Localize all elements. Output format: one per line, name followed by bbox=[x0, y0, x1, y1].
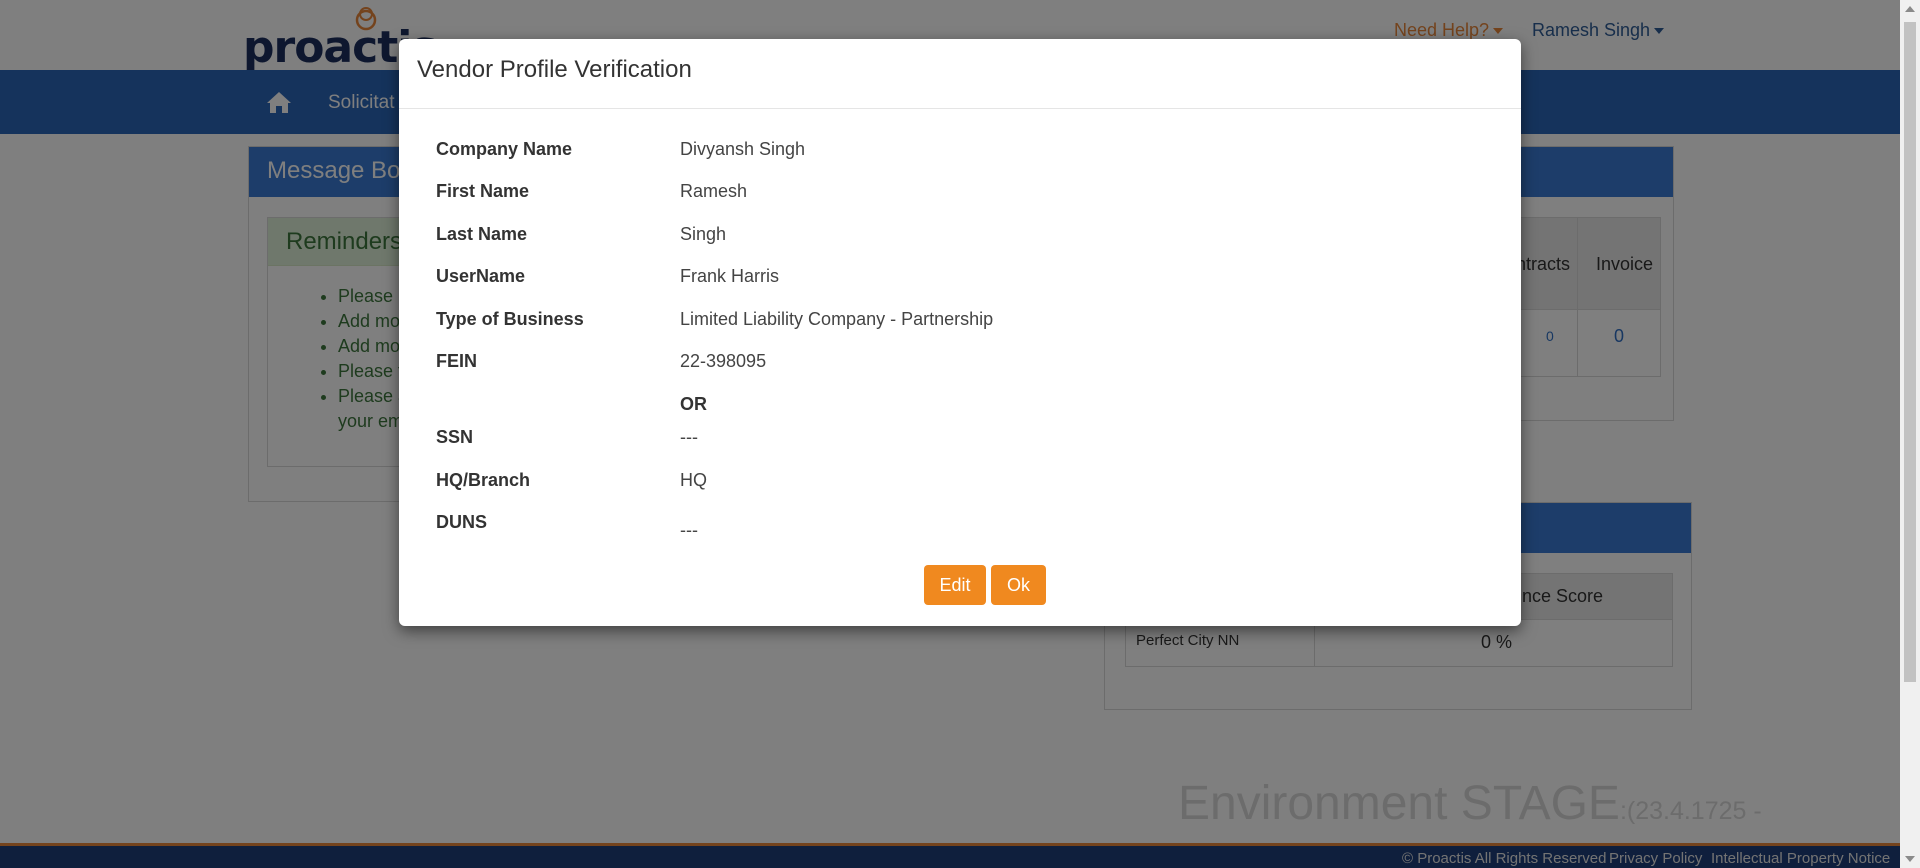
field-label: HQ/Branch bbox=[436, 470, 531, 490]
field-value: Limited Liability Company - Partnership bbox=[680, 309, 994, 329]
field-duns: DUNS --- bbox=[436, 512, 1436, 540]
scroll-down-icon[interactable] bbox=[1905, 856, 1915, 862]
field-label: First Name bbox=[436, 181, 530, 201]
field-first-name: First Name Ramesh bbox=[436, 181, 1436, 207]
field-value: Divyansh Singh bbox=[680, 139, 806, 159]
field-type-of-business: Type of Business Limited Liability Compa… bbox=[436, 309, 1436, 335]
field-label: FEIN bbox=[436, 351, 478, 371]
field-fein: FEIN 22-398095 bbox=[436, 351, 1436, 377]
ok-button[interactable]: Ok bbox=[991, 565, 1046, 605]
field-company-name: Company Name Divyansh Singh bbox=[436, 139, 1436, 165]
field-value: 22-398095 bbox=[680, 351, 767, 371]
scroll-up-icon[interactable] bbox=[1905, 6, 1915, 12]
field-value: Ramesh bbox=[680, 181, 748, 201]
edit-button[interactable]: Edit bbox=[924, 565, 986, 605]
field-value: --- bbox=[680, 427, 698, 447]
field-ssn: SSN --- bbox=[436, 427, 1436, 453]
field-username: UserName Frank Harris bbox=[436, 266, 1436, 292]
field-value: Frank Harris bbox=[680, 266, 780, 286]
field-value: Singh bbox=[680, 224, 727, 244]
or-separator: OR bbox=[680, 394, 707, 414]
field-label: Type of Business bbox=[436, 309, 584, 329]
field-label: DUNS bbox=[436, 512, 488, 532]
modal-title: Vendor Profile Verification bbox=[417, 56, 692, 83]
field-label: Last Name bbox=[436, 224, 528, 244]
scrollbar-thumb[interactable] bbox=[1904, 22, 1916, 682]
modal-header: Vendor Profile Verification bbox=[399, 39, 1521, 109]
vendor-profile-modal: Vendor Profile Verification Company Name… bbox=[399, 39, 1521, 626]
page-scrollbar[interactable] bbox=[1900, 0, 1920, 868]
field-value: HQ bbox=[680, 470, 707, 490]
field-label: Company Name bbox=[436, 139, 573, 159]
field-value: --- bbox=[680, 520, 698, 540]
field-label: UserName bbox=[436, 266, 526, 286]
field-hq-branch: HQ/Branch HQ bbox=[436, 470, 1436, 496]
field-label: SSN bbox=[436, 427, 474, 447]
field-last-name: Last Name Singh bbox=[436, 224, 1436, 250]
